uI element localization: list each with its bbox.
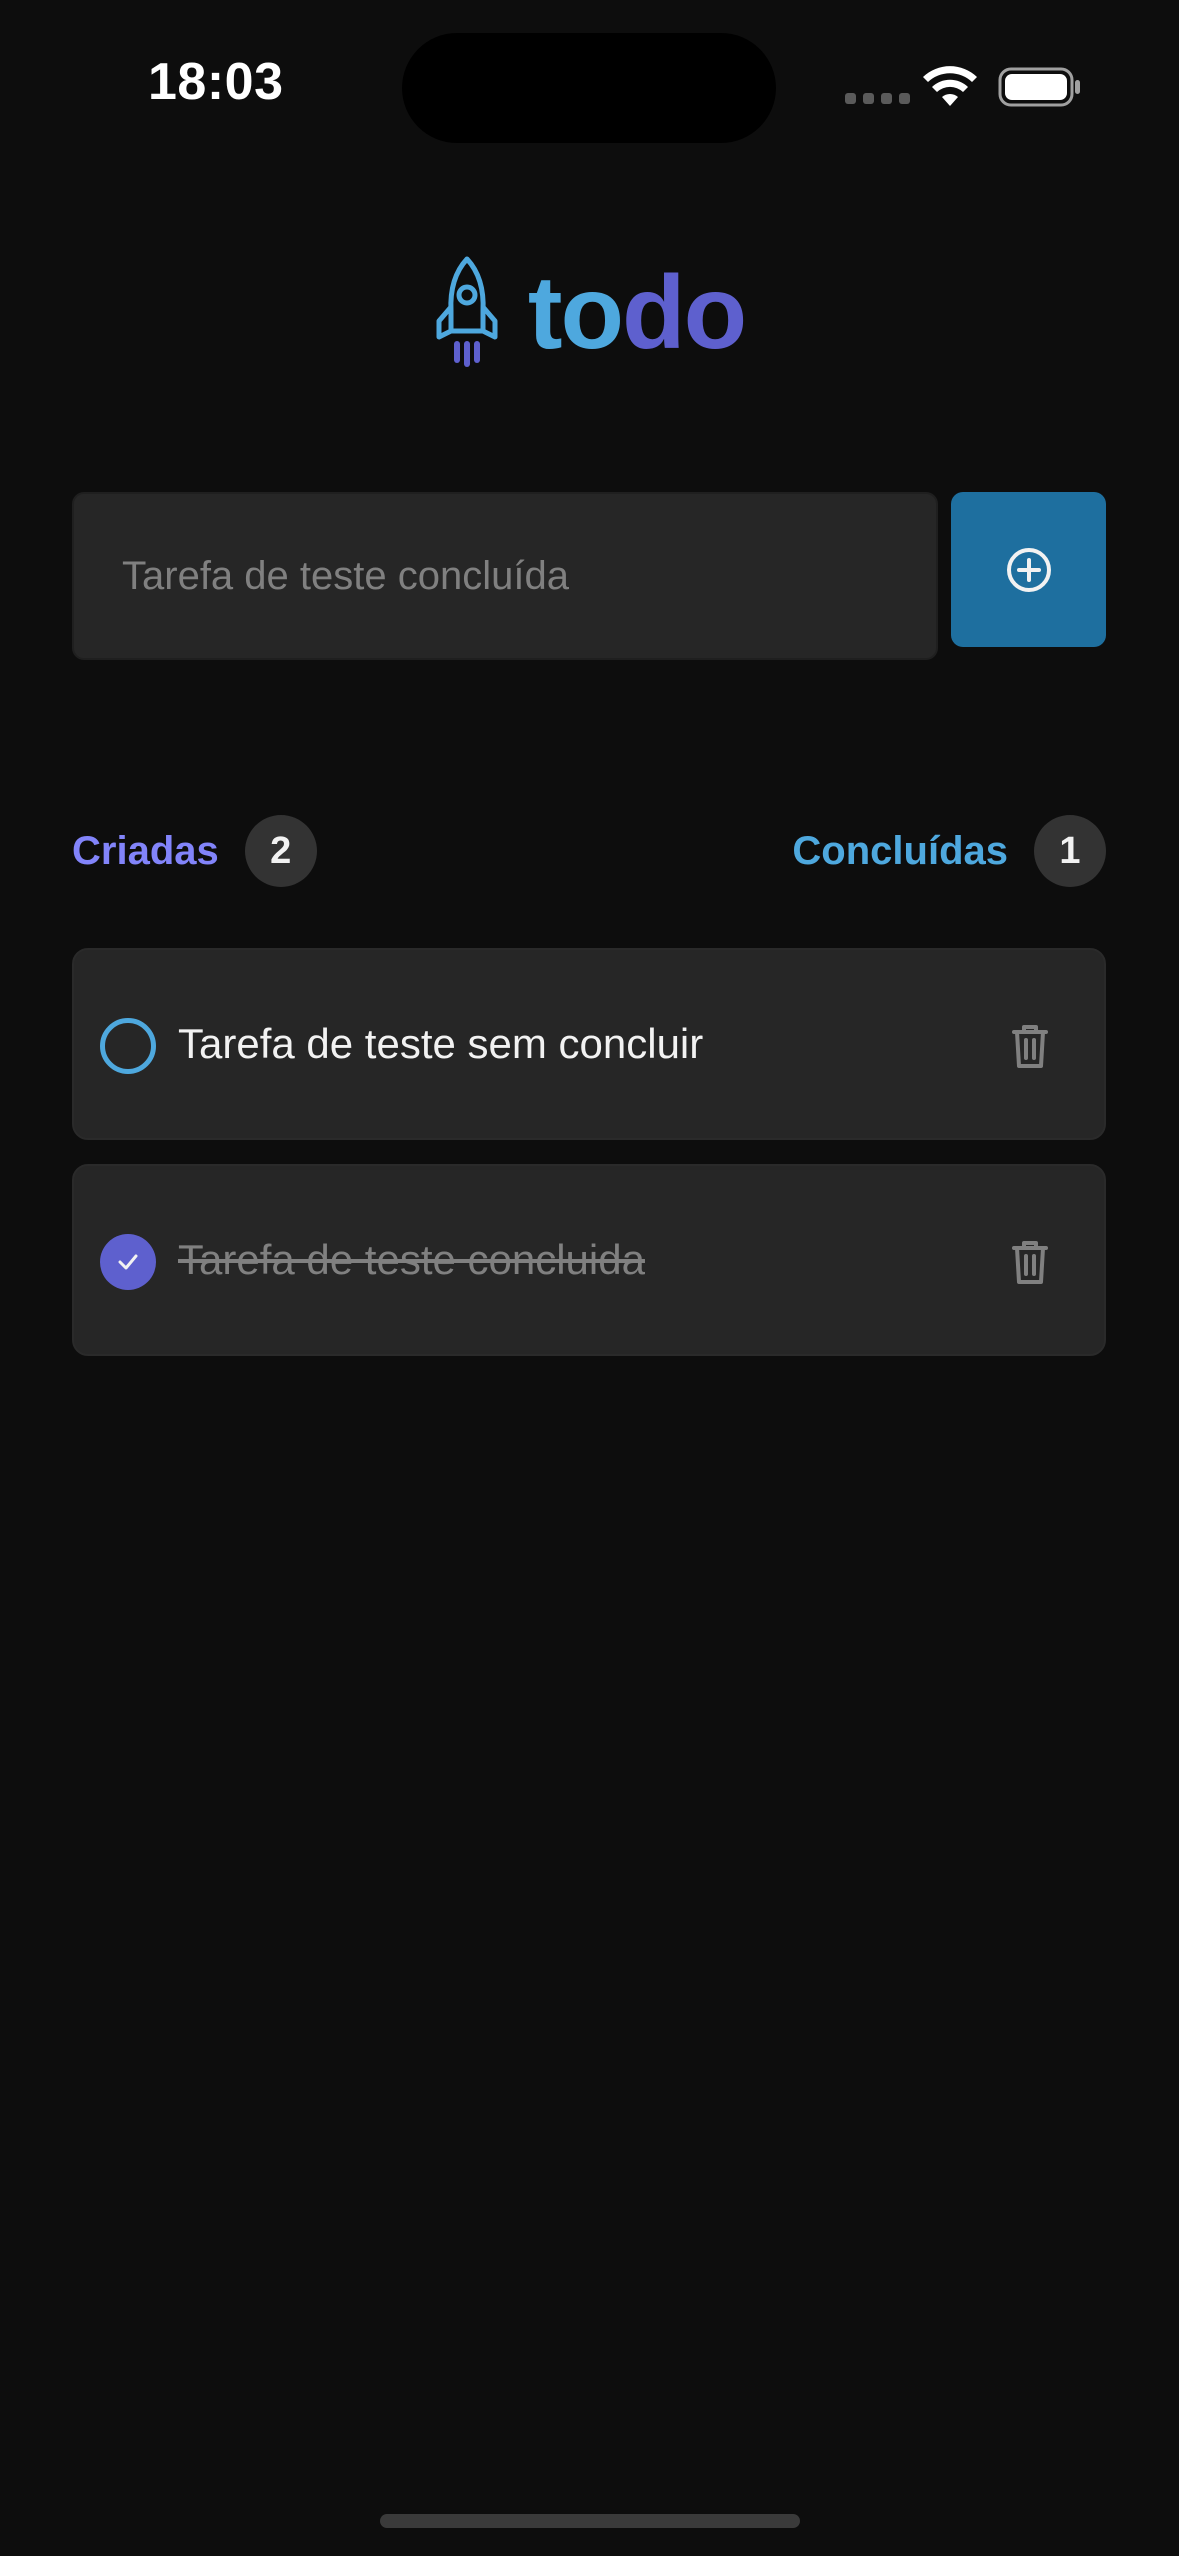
wifi-icon <box>923 66 977 106</box>
logo-wordmark: todo <box>528 261 747 365</box>
check-icon <box>118 1254 138 1270</box>
created-label: Criadas <box>72 828 219 873</box>
add-task-button[interactable] <box>951 492 1106 647</box>
new-task-input[interactable] <box>72 492 938 660</box>
done-count-badge: 1 <box>1034 815 1106 887</box>
battery-icon <box>998 67 1080 107</box>
task-checkbox-checked[interactable] <box>100 1234 156 1290</box>
task-item: Tarefa de teste concluida <box>72 1164 1106 1356</box>
home-indicator[interactable] <box>380 2514 800 2528</box>
task-item: Tarefa de teste sem concluir <box>72 948 1106 1140</box>
task-list: Tarefa de teste sem concluir Tarefa de t… <box>72 948 1106 1380</box>
rocket-icon <box>436 256 498 367</box>
task-text: Tarefa de teste concluida <box>178 1236 645 1283</box>
dynamic-island <box>402 33 776 143</box>
task-counters: Criadas 2 Concluídas 1 <box>72 815 1106 887</box>
created-counter: Criadas 2 <box>72 815 317 887</box>
logo-text-to: to <box>527 255 624 371</box>
task-text: Tarefa de teste sem concluir <box>178 1020 704 1067</box>
cellular-signal-icon <box>845 93 910 104</box>
logo-text-do: do <box>622 255 747 371</box>
app-logo: todo <box>0 248 1179 378</box>
status-bar: 18:03 <box>0 0 1179 175</box>
plus-circle-icon <box>1006 547 1051 592</box>
trash-icon[interactable] <box>1002 1234 1058 1290</box>
done-label: Concluídas <box>792 828 1008 873</box>
created-count-badge: 2 <box>244 815 317 887</box>
done-counter: Concluídas 1 <box>792 815 1106 887</box>
task-checkbox-unchecked[interactable] <box>100 1018 156 1074</box>
trash-icon[interactable] <box>1002 1018 1058 1074</box>
status-time: 18:03 <box>148 53 284 111</box>
